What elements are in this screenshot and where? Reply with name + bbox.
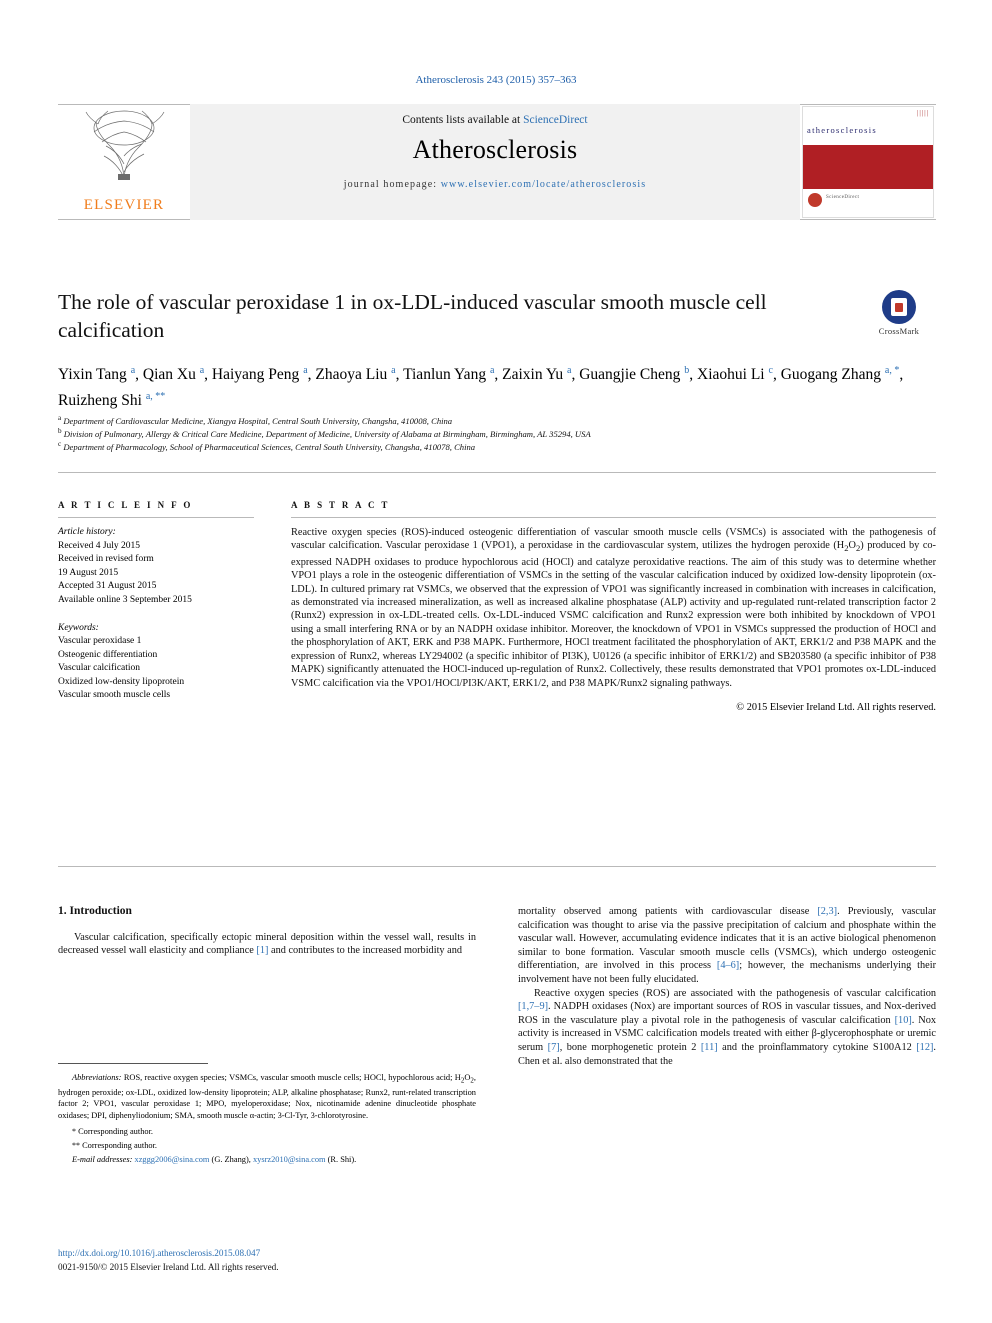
- contents-line: Contents lists available at ScienceDirec…: [190, 114, 800, 126]
- email-label: E-mail addresses:: [72, 1155, 133, 1165]
- cover-title: atherosclerosis: [807, 125, 878, 135]
- homepage-url[interactable]: www.elsevier.com/locate/atherosclerosis: [441, 179, 647, 190]
- email-name-2: (R. Shi).: [327, 1155, 357, 1165]
- asterisk-single-icon: *: [72, 1127, 76, 1137]
- abbreviations-text: ROS, reactive oxygen species; VSMCs, vas…: [58, 1073, 476, 1120]
- crossmark-icon: [882, 290, 916, 324]
- intro-paragraph-right-1: mortality observed among patients with c…: [518, 906, 936, 985]
- email-note: E-mail addresses: xzggg2006@sina.com (G.…: [72, 1155, 357, 1165]
- corresponding-note-2: ** Corresponding author.: [58, 1140, 476, 1151]
- affiliation-mark-c: c: [58, 440, 62, 448]
- cover-bottom: ScienceDirect: [803, 189, 933, 217]
- homepage-label: journal homepage:: [343, 179, 441, 190]
- abstract-heading: A B S T R A C T: [291, 500, 390, 510]
- affiliation-mark-a: a: [58, 414, 62, 422]
- elsevier-tree-icon: [85, 110, 165, 181]
- issn-copyright: 0021-9150/© 2015 Elsevier Ireland Ltd. A…: [58, 1262, 279, 1272]
- elsevier-logo: ELSEVIER: [60, 106, 188, 218]
- keyword-item: Osteogenic differentiation: [58, 649, 158, 660]
- email-link-1[interactable]: xzggg2006@sina.com: [135, 1155, 210, 1164]
- intro-paragraph-left: Vascular calcification, specifically ect…: [58, 931, 476, 957]
- affiliation-text-c: Department of Pharmacology, School of Ph…: [63, 441, 476, 452]
- abstract-text: Reactive oxygen species (ROS)-induced os…: [291, 527, 936, 689]
- contents-prefix: Contents lists available at: [402, 114, 524, 126]
- corresponding-text-2: Corresponding author.: [82, 1140, 157, 1150]
- header-center-panel: Contents lists available at ScienceDirec…: [190, 104, 800, 220]
- intro-paragraph-right-2: Reactive oxygen species (ROS) are associ…: [518, 987, 936, 1067]
- body-right-column: mortality observed among patients with c…: [518, 905, 936, 1068]
- divider-above-abstract: [58, 472, 936, 473]
- affiliation-c: c Department of Pharmacology, School of …: [58, 438, 918, 453]
- crossmark-label: CrossMark: [878, 326, 920, 336]
- paper-page: Atherosclerosis 243 (2015) 357–363 Conte…: [0, 0, 992, 1323]
- abstract-rule: [291, 517, 936, 518]
- author-list: Yixin Tang a, Qian Xu a, Haiyang Peng a,…: [58, 365, 904, 410]
- article-history-item: Received in revised form: [58, 554, 154, 564]
- body-left-column: 1. Introduction Vascular calcification, …: [58, 905, 476, 958]
- corresponding-note-1: * Corresponding author.: [58, 1126, 476, 1137]
- page-title: The role of vascular peroxidase 1 in ox-…: [58, 290, 767, 342]
- article-history-item: Received 4 July 2015: [58, 540, 141, 551]
- asterisk-double-icon: **: [72, 1140, 80, 1150]
- sciencedirect-link[interactable]: ScienceDirect: [523, 114, 588, 126]
- email-name-1: (G. Zhang): [211, 1155, 249, 1165]
- divider-below-abstract: [58, 866, 936, 867]
- footnote-divider: [58, 1063, 208, 1064]
- cover-imprint: ScienceDirect: [826, 195, 860, 200]
- cover-red-block: [803, 145, 933, 189]
- article-info-column: A R T I C L E I N F O Article history: R…: [58, 500, 254, 703]
- journal-cover-thumbnail: ||||| atherosclerosis ScienceDirect: [802, 106, 934, 218]
- section-title-introduction: 1. Introduction: [58, 905, 132, 917]
- homepage-line: journal homepage: www.elsevier.com/locat…: [190, 179, 800, 190]
- keyword-item: Vascular smooth muscle cells: [58, 690, 171, 700]
- journal-reference: Atherosclerosis 243 (2015) 357–363: [415, 74, 577, 86]
- keyword-item: Oxidized low-density lipoprotein: [58, 676, 185, 687]
- email-link-2[interactable]: xysrz2010@sina.com: [253, 1155, 326, 1164]
- article-history: Article history: Received 4 July 2015 Re…: [58, 526, 254, 607]
- article-history-item: 19 August 2015: [58, 567, 119, 578]
- doi-link[interactable]: http://dx.doi.org/10.1016/j.atherosclero…: [58, 1248, 260, 1258]
- article-history-item: Available online 3 September 2015: [58, 594, 192, 605]
- cover-barcode: |||||: [916, 109, 929, 117]
- abstract-column: A B S T R A C T Reactive oxygen species …: [291, 500, 936, 713]
- abbreviations-label: Abbreviations:: [72, 1073, 122, 1082]
- keyword-item: Vascular peroxidase 1: [58, 636, 142, 646]
- cover-top: |||||: [803, 107, 933, 123]
- cover-logo-icon: [808, 193, 822, 207]
- journal-name: Atherosclerosis: [412, 135, 578, 164]
- abstract-copyright: © 2015 Elsevier Ireland Ltd. All rights …: [736, 701, 936, 713]
- footnotes-block: Abbreviations: ROS, reactive oxygen spec…: [58, 1072, 476, 1166]
- keywords-list: Vascular peroxidase 1 Osteogenic differe…: [58, 635, 254, 703]
- affiliation-mark-b: b: [58, 427, 62, 435]
- article-info-rule: [58, 517, 254, 518]
- elsevier-wordmark: ELSEVIER: [83, 197, 165, 213]
- article-history-item: Accepted 31 August 2015: [58, 581, 157, 591]
- keywords-label: Keywords:: [58, 623, 99, 633]
- abbreviations-note: Abbreviations: ROS, reactive oxygen spec…: [58, 1072, 476, 1121]
- crossmark-badge[interactable]: CrossMark: [862, 290, 936, 336]
- article-info-heading: A R T I C L E I N F O: [58, 500, 193, 510]
- article-history-label: Article history:: [58, 527, 116, 537]
- keyword-item: Vascular calcification: [58, 663, 141, 673]
- corresponding-text-1: Corresponding author.: [78, 1127, 153, 1137]
